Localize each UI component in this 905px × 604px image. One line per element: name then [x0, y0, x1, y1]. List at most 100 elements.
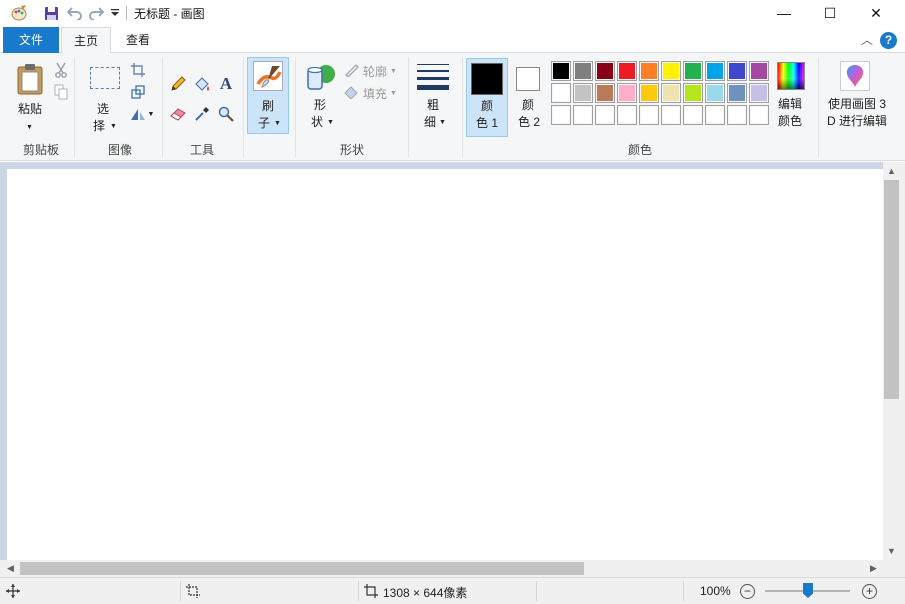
select-button[interactable]: 选 择 ▼: [86, 57, 124, 137]
group-label-colors: 颜色: [627, 143, 652, 157]
scroll-left-icon[interactable]: ◀: [3, 561, 18, 576]
save-icon[interactable]: [42, 4, 60, 22]
palette-swatch[interactable]: [595, 83, 615, 103]
palette-swatch[interactable]: [551, 83, 571, 103]
window-border: [900, 162, 905, 577]
palette-swatch[interactable]: [661, 61, 681, 81]
palette-swatch[interactable]: [661, 83, 681, 103]
status-divider: [536, 581, 537, 601]
zoom-out-button[interactable]: −: [740, 584, 755, 599]
chevron-down-icon: ▼: [439, 119, 446, 126]
chevron-down-icon: ▼: [327, 119, 334, 126]
paste-label: 粘贴: [17, 102, 42, 116]
palette-swatch[interactable]: [551, 61, 571, 81]
paint3d-label-line2: D 进行编辑: [826, 114, 887, 128]
title-bar: 无标题 - 画图 — ☐ ✕: [0, 0, 905, 26]
status-bar: 1308 × 644像素 100% − +: [0, 577, 905, 604]
collapse-ribbon-icon[interactable]: ︿: [860, 33, 874, 47]
pencil-icon[interactable]: [169, 75, 187, 93]
zoom-in-button[interactable]: +: [862, 584, 877, 599]
palette-swatch[interactable]: [639, 83, 659, 103]
palette-swatch[interactable]: [727, 83, 747, 103]
custom-color-swatch[interactable]: [727, 105, 747, 125]
horizontal-scroll-thumb[interactable]: [20, 562, 584, 575]
color2-button[interactable]: 颜 色 2: [510, 58, 548, 137]
palette-swatch[interactable]: [639, 61, 659, 81]
text-icon[interactable]: A: [217, 74, 235, 93]
tab-view[interactable]: 查看: [113, 27, 163, 53]
group-divider: [295, 57, 296, 157]
palette-swatch[interactable]: [595, 61, 615, 81]
paint-app-icon[interactable]: [10, 4, 28, 22]
group-divider: [162, 57, 163, 157]
fill-dropdown[interactable]: 填充 ▼: [344, 84, 404, 102]
custom-color-swatch[interactable]: [551, 105, 571, 125]
help-icon[interactable]: ?: [880, 32, 897, 49]
palette-swatch[interactable]: [617, 83, 637, 103]
magnifier-icon[interactable]: [217, 105, 235, 123]
color1-button[interactable]: 颜 色 1: [466, 58, 508, 137]
palette-swatch[interactable]: [727, 61, 747, 81]
size-button[interactable]: 粗 细 ▼: [414, 57, 454, 137]
eraser-icon[interactable]: [169, 105, 187, 123]
paint3d-icon: [840, 61, 870, 91]
palette-swatch[interactable]: [705, 61, 725, 81]
group-divider: [462, 57, 463, 157]
zoom-slider-thumb[interactable]: [803, 583, 813, 598]
palette-swatch[interactable]: [573, 83, 593, 103]
redo-icon[interactable]: [87, 4, 105, 22]
palette-swatch[interactable]: [749, 61, 769, 81]
palette-swatch[interactable]: [749, 83, 769, 103]
tab-file[interactable]: 文件: [3, 27, 59, 53]
customize-dropdown-icon[interactable]: [106, 4, 124, 22]
custom-color-swatch[interactable]: [661, 105, 681, 125]
edit-colors-button[interactable]: 编辑 颜色: [772, 60, 812, 136]
group-divider: [74, 57, 75, 157]
outline-icon: [344, 63, 360, 80]
size-label-top: 粗: [426, 98, 439, 112]
custom-color-swatch[interactable]: [595, 105, 615, 125]
paste-button[interactable]: 粘贴 ▼: [10, 57, 50, 137]
color-picker-icon[interactable]: [193, 105, 211, 123]
close-button[interactable]: ✕: [853, 0, 899, 26]
maximize-button[interactable]: ☐: [807, 0, 853, 26]
palette-swatch[interactable]: [683, 61, 703, 81]
canvas-size-icon: [364, 584, 378, 601]
palette-swatch[interactable]: [617, 61, 637, 81]
line-width-icon: [417, 64, 449, 90]
tab-home[interactable]: 主页: [61, 27, 111, 54]
copy-icon[interactable]: [52, 83, 70, 101]
group-label-tools: 工具: [189, 143, 214, 157]
crop-icon[interactable]: [129, 61, 147, 79]
cursor-position-icon: [6, 584, 20, 601]
custom-color-swatch[interactable]: [749, 105, 769, 125]
group-divider: [408, 57, 409, 157]
custom-color-swatch[interactable]: [617, 105, 637, 125]
title-separator: [126, 6, 127, 20]
status-divider: [180, 581, 181, 601]
scroll-right-icon[interactable]: ▶: [866, 561, 881, 576]
outline-dropdown[interactable]: 轮廓 ▼: [344, 62, 404, 80]
fill-icon[interactable]: [193, 75, 211, 93]
rotate-icon[interactable]: ▼: [129, 105, 155, 123]
brushes-label-top: 刷: [261, 99, 274, 113]
custom-color-swatch[interactable]: [683, 105, 703, 125]
brushes-button[interactable]: 刷 子 ▼: [247, 57, 289, 134]
palette-swatch[interactable]: [573, 61, 593, 81]
custom-color-swatch[interactable]: [705, 105, 725, 125]
palette-swatch[interactable]: [683, 83, 703, 103]
shapes-button[interactable]: 形 状 ▼: [302, 57, 340, 137]
drawing-canvas[interactable]: [7, 169, 883, 560]
vertical-scroll-thumb[interactable]: [884, 180, 899, 399]
palette-swatch[interactable]: [705, 83, 725, 103]
cut-icon[interactable]: [52, 61, 70, 79]
undo-icon[interactable]: [66, 4, 84, 22]
group-label-shapes: 形状: [339, 143, 364, 157]
scroll-down-icon[interactable]: ▼: [884, 544, 899, 559]
scroll-up-icon[interactable]: ▲: [884, 164, 899, 179]
paint3d-button[interactable]: 使用画图 3 D 进行编辑: [822, 59, 892, 137]
resize-icon[interactable]: [129, 83, 147, 101]
custom-color-swatch[interactable]: [639, 105, 659, 125]
minimize-button[interactable]: —: [761, 0, 807, 26]
custom-color-swatch[interactable]: [573, 105, 593, 125]
